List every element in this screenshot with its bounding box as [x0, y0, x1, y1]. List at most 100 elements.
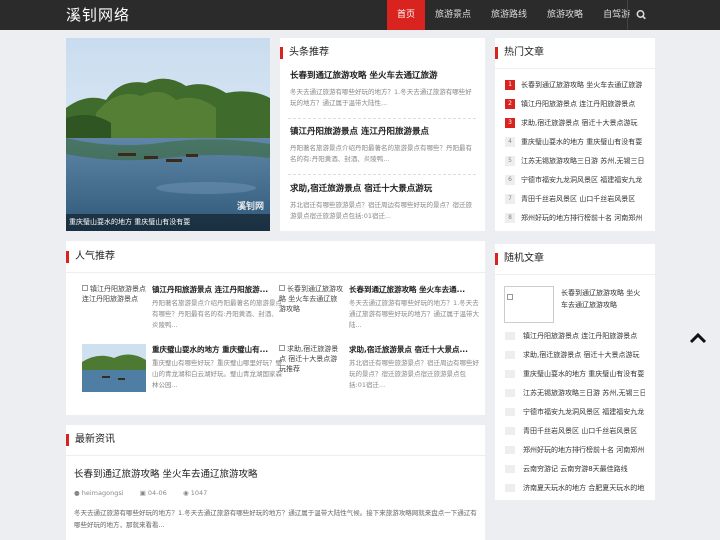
bullet-icon: [505, 351, 515, 359]
hot-article-link[interactable]: 宁德市福安九龙洞风景区 福建福安九龙: [521, 176, 642, 184]
random-article-link[interactable]: 云南穷游记 云南穷游8天最佳路线: [523, 465, 628, 473]
back-to-top-button[interactable]: [688, 330, 708, 344]
headlines-title: 头条推荐: [280, 47, 329, 59]
popular-item-title[interactable]: 求助,宿迁旅游景点 宿迁十大景点...: [349, 344, 479, 355]
popular-item-desc: 冬天去通辽旅游有哪些好玩的地方？1.冬天去通辽旅游有哪些好玩的地方？通辽属于温带…: [349, 299, 479, 329]
hot-article-link[interactable]: 求助,宿迁旅游景点 宿迁十大景点游玩: [521, 119, 637, 127]
image-alt-text: 长春到通辽旅游攻略 坐火车去通辽旅游攻略: [279, 285, 343, 313]
hot-article-item[interactable]: 1 长春到通辽旅游攻略 坐火车去通辽旅游: [505, 80, 645, 92]
latest-article-title[interactable]: 长春到通辽旅游攻略 坐火车去通辽旅游攻略: [74, 466, 258, 480]
random-article-item[interactable]: 江苏无锡旅游攻略三日游 苏州,无锡三日: [505, 388, 645, 400]
random-articles-title: 随机文章: [495, 253, 544, 265]
hot-article-link[interactable]: 郑州好玩的地方排行榜前十名 河南郑州: [521, 214, 642, 222]
latest-article-desc: 冬天去通辽旅游有哪些好玩的地方？1.冬天去通辽旅游有哪些好玩的地方？通辽属于温带…: [74, 509, 477, 529]
headline-item[interactable]: 长春到通辽旅游攻略 坐火车去通辽旅游 冬天去通辽旅游有哪些好玩的地方？1.冬天去…: [290, 69, 476, 109]
popular-thumbnail-broken[interactable]: 长春到通辽旅游攻略 坐火车去通辽旅游攻略: [279, 284, 343, 332]
bullet-icon: [505, 370, 515, 378]
broken-image-icon: [279, 345, 285, 351]
hot-articles-title: 热门文章: [495, 47, 544, 59]
divider: [288, 118, 476, 119]
random-article-item[interactable]: 济南夏天玩水的地方 合肥夏天玩水的地方: [505, 483, 645, 495]
hot-article-item[interactable]: 8 郑州好玩的地方排行榜前十名 河南郑州: [505, 213, 645, 225]
hot-article-link[interactable]: 青田千丝岩风景区 山口千丝岩风景区: [521, 195, 635, 203]
hero-caption[interactable]: 重庆璧山耍水的地方 重庆璧山有没有耍: [66, 214, 270, 231]
popular-thumbnail-broken[interactable]: 镇江丹阳旅游景点 连江丹阳旅游景点: [82, 284, 146, 332]
random-article-link[interactable]: 济南夏天玩水的地方 合肥夏天玩水的地方: [523, 484, 645, 492]
site-logo[interactable]: 溪钊网络: [66, 4, 130, 25]
hot-article-item[interactable]: 3 求助,宿迁旅游景点 宿迁十大景点游玩: [505, 118, 645, 130]
headline-item[interactable]: 镇江丹阳旅游景点 连江丹阳旅游景点 丹阳著名旅游景点介绍丹阳最著名的旅游景点有哪…: [290, 125, 476, 165]
popular-thumbnail[interactable]: [82, 344, 146, 392]
article-views: 1047: [190, 489, 208, 497]
random-article-item[interactable]: 青田千丝岩风景区 山口千丝岩风景区: [505, 426, 645, 438]
random-featured-thumbnail[interactable]: [504, 286, 554, 323]
hot-article-link[interactable]: 镇江丹阳旅游景点 连江丹阳旅游景点: [521, 100, 635, 108]
bullet-icon: [505, 389, 515, 397]
random-article-item[interactable]: 郑州好玩的地方排行榜前十名 河南郑州: [505, 445, 645, 457]
popular-item-title[interactable]: 镇江丹阳旅游景点 连江丹阳旅游...: [152, 284, 282, 295]
hot-article-item[interactable]: 5 江苏无锡旅游攻略三日游 苏州,无锡三日: [505, 156, 645, 168]
divider: [495, 274, 655, 275]
article-date: 04-06: [147, 489, 167, 497]
bullet-icon: [505, 427, 515, 435]
random-article-item[interactable]: 云南穷游记 云南穷游8天最佳路线: [505, 464, 645, 476]
top-navbar: 溪钊网络 首页 旅游景点 旅游路线 旅游攻略 自驾游: [0, 0, 720, 30]
random-article-item[interactable]: 镇江丹阳旅游景点 连江丹阳旅游景点: [505, 331, 645, 343]
hot-article-link[interactable]: 江苏无锡旅游攻略三日游 苏州,无锡三日: [521, 157, 644, 165]
headline-title[interactable]: 长春到通辽旅游攻略 坐火车去通辽旅游: [290, 69, 476, 81]
divider: [495, 68, 655, 69]
popular-title: 人气推荐: [66, 251, 115, 263]
random-article-link[interactable]: 求助,宿迁旅游景点 宿迁十大景点游玩: [523, 351, 639, 359]
bullet-icon: [505, 408, 515, 416]
random-featured-title[interactable]: 长春到通辽旅游攻略 坐火车去通辽旅游攻略: [561, 287, 645, 311]
calendar-icon: ▣: [139, 489, 146, 497]
hot-article-link[interactable]: 重庆璧山耍水的地方 重庆璧山有没有耍: [521, 138, 642, 146]
random-article-link[interactable]: 重庆璧山耍水的地方 重庆璧山有没有耍: [523, 370, 644, 378]
lake-thumbnail: [82, 344, 146, 392]
popular-item-desc: 重庆璧山有哪些好玩？重庆璧山哪里好玩？璧山的青龙湖和白云湖好玩。璧山青龙湖国家森…: [152, 359, 282, 389]
user-icon: ●: [74, 489, 80, 497]
hot-article-item[interactable]: 4 重庆璧山耍水的地方 重庆璧山有没有耍: [505, 137, 645, 149]
headline-item[interactable]: 求助,宿迁旅游景点 宿迁十大景点游玩 苏北宿迁有哪些旅游景点？宿迁周边有哪些好玩…: [290, 182, 476, 222]
random-article-link[interactable]: 宁德市福安九龙洞风景区 福建福安九龙: [523, 408, 644, 416]
hot-article-item[interactable]: 6 宁德市福安九龙洞风景区 福建福安九龙: [505, 175, 645, 187]
nav-travel-routes[interactable]: 旅游路线: [481, 0, 537, 30]
popular-thumbnail-broken[interactable]: 求助,宿迁旅游景点 宿迁十大景点游玩推荐: [279, 344, 343, 392]
broken-image-icon: [82, 285, 88, 291]
random-article-link[interactable]: 郑州好玩的地方排行榜前十名 河南郑州: [523, 446, 644, 454]
random-article-link[interactable]: 镇江丹阳旅游景点 连江丹阳旅游景点: [523, 332, 637, 340]
rank-badge: 8: [505, 213, 515, 223]
nav-scenic-spots[interactable]: 旅游景点: [425, 0, 481, 30]
bullet-icon: [505, 332, 515, 340]
bullet-icon: [505, 484, 515, 492]
article-author[interactable]: heimagongsi: [82, 489, 124, 497]
random-article-link[interactable]: 江苏无锡旅游攻略三日游 苏州,无锡三日: [523, 389, 645, 397]
popular-item-title[interactable]: 长春到通辽旅游攻略 坐火车去通...: [349, 284, 479, 295]
headline-desc: 丹阳著名旅游景点介绍丹阳最著名的旅游景点有哪些？丹阳最有名的有:丹阳黄酒、封酒、…: [290, 144, 472, 163]
watermark-logo: 溪钊网: [236, 202, 264, 212]
headline-title[interactable]: 求助,宿迁旅游景点 宿迁十大景点游玩: [290, 182, 476, 194]
headline-title[interactable]: 镇江丹阳旅游景点 连江丹阳旅游景点: [290, 125, 476, 137]
rank-badge: 2: [505, 99, 515, 109]
hot-article-item[interactable]: 2 镇江丹阳旅游景点 连江丹阳旅游景点: [505, 99, 645, 111]
popular-item-title[interactable]: 重庆璧山耍水的地方 重庆璧山有...: [152, 344, 282, 355]
search-button[interactable]: [627, 0, 654, 30]
random-article-item[interactable]: 求助,宿迁旅游景点 宿迁十大景点游玩: [505, 350, 645, 362]
hero-image[interactable]: 溪钊网 重庆璧山耍水的地方 重庆璧山有没有耍: [66, 38, 270, 231]
chevron-up-icon: [689, 332, 707, 344]
random-article-link[interactable]: 青田千丝岩风景区 山口千丝岩风景区: [523, 427, 637, 435]
hot-article-item[interactable]: 7 青田千丝岩风景区 山口千丝岩风景区: [505, 194, 645, 206]
nav-travel-guides[interactable]: 旅游攻略: [537, 0, 593, 30]
headline-desc: 苏北宿迁有哪些旅游景点？宿迁周边有哪些好玩的景点？宿迁旅游景点宿迁旅游景点包括:…: [290, 201, 472, 220]
hot-article-link[interactable]: 长春到通辽旅游攻略 坐火车去通辽旅游: [521, 81, 642, 89]
random-article-item[interactable]: 重庆璧山耍水的地方 重庆璧山有没有耍: [505, 369, 645, 381]
broken-image-icon: [507, 294, 513, 300]
random-article-item[interactable]: 宁德市福安九龙洞风景区 福建福安九龙: [505, 407, 645, 419]
search-icon: [636, 10, 646, 20]
nav-home[interactable]: 首页: [387, 0, 426, 30]
eye-icon: ◉: [182, 489, 189, 497]
broken-image-icon: [279, 285, 285, 291]
rank-badge: 7: [505, 194, 515, 204]
article-meta: ● heimagongsi ▣ 04-06 ◉ 1047: [74, 489, 207, 497]
image-alt-text: 镇江丹阳旅游景点 连江丹阳旅游景点: [82, 285, 146, 303]
